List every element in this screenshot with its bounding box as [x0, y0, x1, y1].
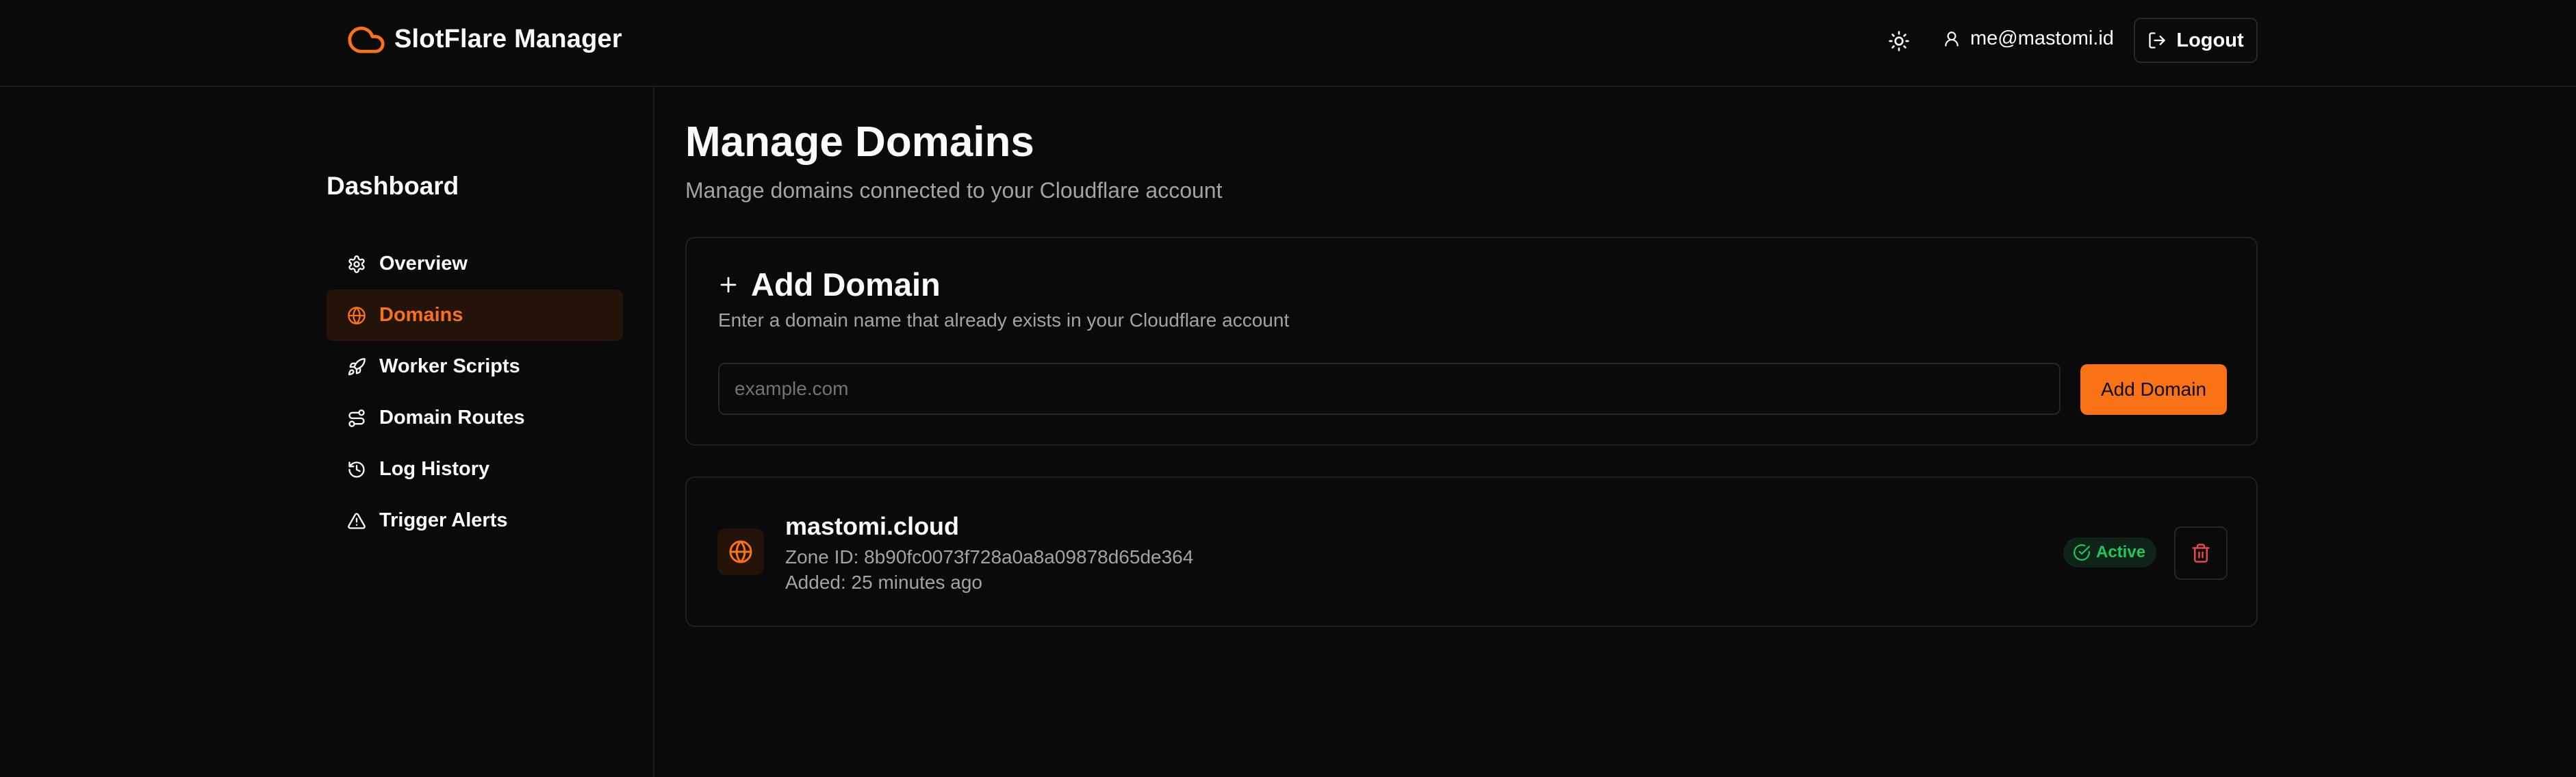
- sidebar-item-domain-routes[interactable]: Domain Routes: [327, 392, 623, 444]
- sidebar-item-label: Overview: [379, 253, 468, 275]
- sidebar-item-label: Worker Scripts: [379, 355, 520, 377]
- domain-name: mastomi.cloud: [785, 512, 960, 540]
- alert-triangle-icon: [346, 511, 367, 531]
- domain-zone-id: Zone ID: 8b90fc0073f728a0a8a09878d65de36…: [785, 546, 1194, 568]
- history-icon: [346, 459, 367, 480]
- logout-icon: [2147, 31, 2167, 50]
- add-domain-card: Add Domain Enter a domain name that alre…: [685, 237, 2258, 446]
- sun-icon: [1888, 30, 1910, 52]
- gear-icon: [346, 254, 367, 275]
- route-icon: [346, 408, 367, 429]
- page-subtitle: Manage domains connected to your Cloudfl…: [685, 178, 1223, 203]
- logout-label: Logout: [2176, 29, 2244, 51]
- brand[interactable]: SlotFlare Manager: [346, 23, 622, 55]
- globe-icon: [728, 539, 753, 564]
- sidebar: Dashboard Overview Domains Worker Script…: [0, 87, 654, 777]
- sidebar-item-worker-scripts[interactable]: Worker Scripts: [327, 341, 623, 392]
- sidebar-item-label: Trigger Alerts: [379, 509, 508, 531]
- check-circle-icon: [2073, 544, 2091, 561]
- sidebar-item-trigger-alerts[interactable]: Trigger Alerts: [327, 495, 623, 546]
- page-title: Manage Domains: [685, 118, 1034, 166]
- sidebar-item-label: Domain Routes: [379, 407, 525, 429]
- add-domain-heading: Add Domain: [717, 266, 941, 303]
- sidebar-item-overview[interactable]: Overview: [327, 238, 623, 290]
- add-domain-title: Add Domain: [751, 266, 941, 303]
- domain-globe-badge: [717, 528, 764, 575]
- domain-name-input[interactable]: [718, 363, 2061, 415]
- cloud-icon: [346, 23, 386, 55]
- user-email: me@mastomi.id: [1970, 27, 2114, 49]
- globe-icon: [346, 305, 367, 326]
- sidebar-item-log-history[interactable]: Log History: [327, 444, 623, 495]
- delete-domain-button[interactable]: [2174, 526, 2228, 580]
- user-account: me@mastomi.id: [1943, 27, 2114, 50]
- trash-icon: [2191, 543, 2211, 563]
- domain-added-time: Added: 25 minutes ago: [785, 572, 982, 593]
- top-header: SlotFlare Manager me@mastomi.id Logout: [0, 0, 2576, 87]
- logout-button[interactable]: Logout: [2134, 18, 2258, 63]
- sidebar-item-label: Log History: [379, 458, 490, 480]
- add-domain-description: Enter a domain name that already exists …: [718, 309, 1290, 331]
- status-label: Active: [2096, 543, 2146, 561]
- rocket-icon: [346, 357, 367, 377]
- sidebar-nav: Overview Domains Worker Scripts Domain R…: [327, 238, 623, 546]
- status-badge: Active: [2063, 537, 2157, 568]
- sidebar-title: Dashboard: [327, 172, 459, 200]
- user-icon: [1943, 30, 1961, 48]
- plus-icon: [717, 273, 740, 296]
- domain-list-item: mastomi.cloud Zone ID: 8b90fc0073f728a0a…: [685, 476, 2258, 627]
- brand-title: SlotFlare Manager: [394, 24, 622, 53]
- theme-toggle-button[interactable]: [1882, 24, 1916, 58]
- sidebar-item-label: Domains: [379, 304, 463, 326]
- add-domain-button[interactable]: Add Domain: [2080, 364, 2227, 415]
- sidebar-item-domains[interactable]: Domains: [327, 290, 623, 341]
